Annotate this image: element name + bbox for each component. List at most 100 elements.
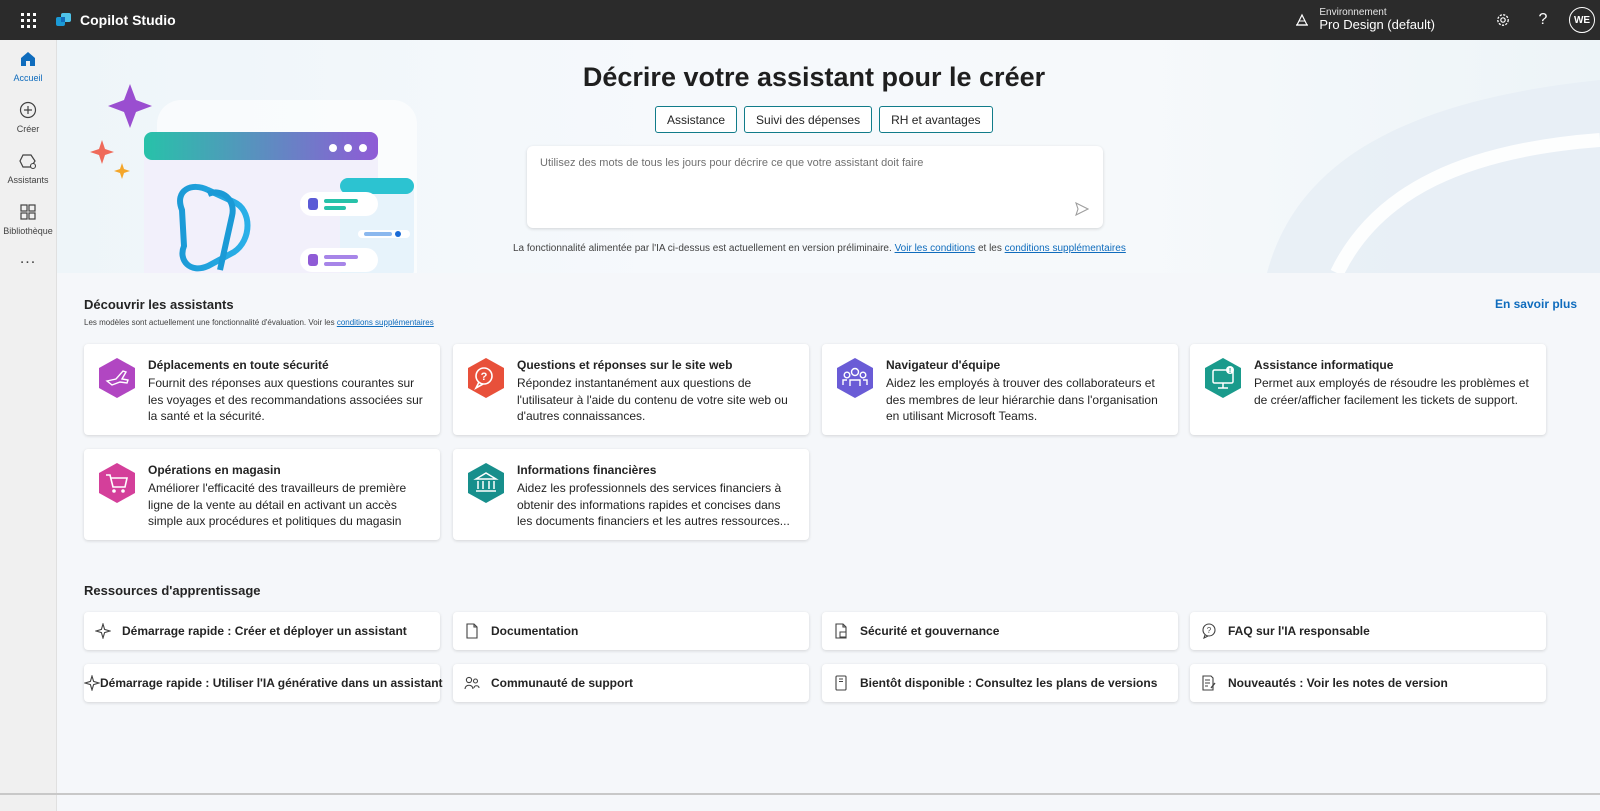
card-title: Assistance informatique — [1254, 358, 1394, 372]
disclaimer-text: La fonctionnalité alimentée par l'IA ci-… — [513, 243, 892, 254]
rail-item-library[interactable]: Bibliothèque — [0, 193, 56, 244]
rail-item-assistants[interactable]: Assistants — [0, 142, 56, 193]
top-bar: Copilot Studio Environnement Pro Design … — [0, 0, 1600, 40]
notes-icon — [1190, 664, 1228, 702]
environment-picker[interactable]: Environnement Pro Design (default) — [1295, 7, 1435, 33]
resource-label: FAQ sur l'IA responsable — [1228, 624, 1370, 638]
card-description: Permet aux employés de résoudre les prob… — [1254, 376, 1529, 407]
resource-label: Démarrage rapide : Utiliser l'IA générat… — [100, 676, 443, 690]
brand[interactable]: Copilot Studio — [56, 12, 176, 28]
resource-label: Sécurité et gouvernance — [860, 624, 1000, 638]
resource-label: Communauté de support — [491, 676, 634, 690]
assistant-card-financial-insights[interactable]: Informations financières Aidez les profe… — [453, 449, 809, 540]
more-button[interactable]: ... — [0, 250, 56, 268]
prompt-input[interactable]: Utilisez des mots de tous les jours pour… — [527, 146, 1103, 228]
card-description: Aidez les professionnels des services fi… — [517, 481, 790, 528]
chip-hr[interactable]: RH et avantages — [879, 106, 993, 133]
cart-icon — [99, 463, 135, 503]
people-team-icon — [837, 358, 873, 398]
assistants-icon — [17, 150, 39, 172]
discover-title: Découvrir les assistants — [84, 297, 234, 312]
assistant-card-it-helpdesk[interactable]: ! Assistance informatique Permet aux emp… — [1190, 344, 1546, 435]
chip-expenses[interactable]: Suivi des dépenses — [744, 106, 873, 133]
resource-responsible-ai-faq[interactable]: ? FAQ sur l'IA responsable — [1190, 612, 1546, 650]
prompt-placeholder: Utilisez des mots de tous les jours pour… — [540, 157, 924, 169]
help-button[interactable]: ? — [1523, 0, 1563, 40]
assistant-card-store-operations[interactable]: Opérations en magasin Améliorer l'effica… — [84, 449, 440, 540]
chat-question-icon: ? — [468, 358, 504, 398]
card-title: Questions et réponses sur le site web — [517, 358, 733, 372]
resource-label: Démarrage rapide : Créer et déployer un … — [122, 624, 407, 638]
environment-value: Pro Design (default) — [1319, 17, 1435, 33]
hero-section: Décrire votre assistant pour le créer As… — [57, 40, 1600, 273]
rail-label: Bibliothèque — [3, 226, 53, 236]
document-lock-icon — [822, 612, 860, 650]
home-icon — [17, 48, 39, 70]
sparkle-icon — [84, 664, 100, 702]
horizontal-scrollbar[interactable] — [0, 793, 1600, 795]
card-description: Fournit des réponses aux questions coura… — [148, 376, 423, 423]
app-launcher-button[interactable] — [0, 0, 56, 40]
rail-label: Accueil — [13, 73, 43, 83]
assistant-card-website-qa[interactable]: ? Questions et réponses sur le site web … — [453, 344, 809, 435]
desktop-alert-icon: ! — [1205, 358, 1241, 398]
rail-item-create[interactable]: Créer — [0, 91, 56, 142]
chip-assistance[interactable]: Assistance — [655, 106, 738, 133]
suggestion-chips: Assistance Suivi des dépenses RH et avan… — [655, 106, 993, 133]
add-circle-icon — [17, 99, 39, 121]
discover-subtitle: Les modèles sont actuellement une foncti… — [84, 318, 434, 327]
book-icon — [822, 664, 860, 702]
terms-link[interactable]: Voir les conditions — [895, 243, 976, 254]
svg-text:?: ? — [481, 371, 488, 383]
waffle-icon — [20, 12, 36, 28]
discover-subtitle-text: Les modèles sont actuellement une foncti… — [84, 318, 335, 327]
svg-text:!: ! — [1229, 368, 1231, 375]
card-title: Déplacements en toute sécurité — [148, 358, 329, 372]
help-icon: ? — [1538, 11, 1548, 28]
rail-label: Assistants — [7, 175, 49, 185]
assistant-card-team-navigator[interactable]: Navigateur d'équipe Aidez les employés à… — [822, 344, 1178, 435]
svg-text:?: ? — [1207, 626, 1212, 635]
card-description: Répondez instantanément aux questions de… — [517, 376, 788, 423]
resource-label: Bientôt disponible : Consultez les plans… — [860, 676, 1158, 690]
hero-title: Décrire votre assistant pour le créer — [582, 62, 1046, 92]
sparkle-icon — [84, 612, 122, 650]
send-icon[interactable] — [1075, 202, 1089, 216]
resource-support-community[interactable]: Communauté de support — [453, 664, 809, 702]
discover-terms-link[interactable]: conditions supplémentaires — [337, 318, 434, 327]
settings-button[interactable] — [1483, 0, 1523, 40]
disclaimer-mid: et les — [977, 243, 1002, 254]
card-title: Informations financières — [517, 463, 657, 477]
resource-quickstart-create[interactable]: Démarrage rapide : Créer et déployer un … — [84, 612, 440, 650]
resource-security-governance[interactable]: Sécurité et gouvernance — [822, 612, 1178, 650]
left-rail: Accueil Créer Assistants Bibliothèque ..… — [0, 40, 57, 811]
avatar[interactable]: WE — [1569, 7, 1595, 33]
learn-more-link[interactable]: En savoir plus — [1495, 297, 1577, 311]
resource-release-plans[interactable]: Bientôt disponible : Consultez les plans… — [822, 664, 1178, 702]
card-description: Améliorer l'efficacité des travailleurs … — [148, 481, 407, 528]
gear-icon — [1497, 14, 1509, 26]
people-community-icon — [453, 664, 491, 702]
card-title: Navigateur d'équipe — [886, 358, 1001, 372]
supplementary-terms-link[interactable]: conditions supplémentaires — [1005, 243, 1126, 254]
environment-icon — [1296, 13, 1309, 26]
chat-help-icon: ? — [1190, 612, 1228, 650]
resource-documentation[interactable]: Documentation — [453, 612, 809, 650]
hero-illustration — [90, 84, 417, 273]
resource-label: Nouveautés : Voir les notes de version — [1228, 676, 1448, 690]
resource-quickstart-generative-ai[interactable]: Démarrage rapide : Utiliser l'IA générat… — [84, 664, 443, 702]
document-icon — [453, 612, 491, 650]
resource-label: Documentation — [491, 624, 579, 638]
copilot-studio-logo-icon — [56, 13, 71, 26]
card-title: Opérations en magasin — [148, 463, 281, 477]
resource-release-notes[interactable]: Nouveautés : Voir les notes de version — [1190, 664, 1546, 702]
library-icon — [17, 201, 39, 223]
rail-label: Créer — [16, 124, 40, 134]
airplane-icon — [99, 358, 135, 398]
rail-item-home[interactable]: Accueil — [0, 40, 56, 91]
bank-icon — [468, 463, 504, 503]
ai-disclaimer: La fonctionnalité alimentée par l'IA ci-… — [513, 243, 1126, 254]
card-description: Aidez les employés à trouver des collabo… — [886, 376, 1158, 423]
assistant-card-travel[interactable]: Déplacements en toute sécurité Fournit d… — [84, 344, 440, 435]
resources-title: Ressources d'apprentissage — [84, 583, 261, 598]
